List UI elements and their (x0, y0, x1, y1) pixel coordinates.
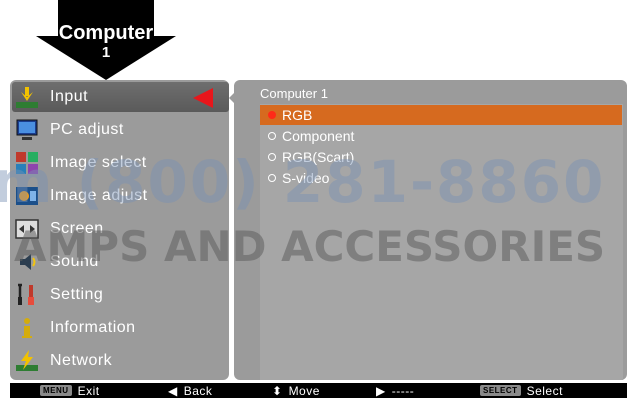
main-menu: Input PC adjust Image select Image adjus… (10, 80, 229, 380)
information-icon (14, 315, 40, 341)
radio-empty-icon (268, 132, 276, 140)
menu-item-label: Image select (50, 154, 147, 171)
help-move: ⬍ Move (272, 383, 320, 398)
help-select-label: Select (526, 383, 563, 398)
menu-item-pc-adjust[interactable]: PC adjust (12, 115, 229, 145)
up-down-arrow-icon: ⬍ (272, 383, 283, 398)
help-exit-label: Exit (77, 383, 100, 398)
radio-empty-icon (268, 174, 276, 182)
menu-item-sound[interactable]: Sound (12, 247, 229, 277)
help-select: SELECT Select (480, 383, 563, 398)
left-arrow-icon: ◀ (168, 383, 178, 398)
screen-icon (14, 216, 40, 242)
menu-item-network[interactable]: Network (12, 346, 229, 376)
submenu-panel: Computer 1 RGB Component RGB(Scart) S-vi… (234, 80, 627, 380)
help-move-label: Move (288, 383, 320, 398)
select-key-icon: SELECT (480, 385, 521, 396)
help-back-label: Back (183, 383, 213, 398)
option-rgb-scart[interactable]: RGB(Scart) (260, 147, 622, 167)
menu-item-label: Sound (50, 253, 99, 270)
menu-item-input[interactable]: Input (12, 82, 229, 112)
menu-item-label: Image adjust (50, 187, 148, 204)
menu-item-image-adjust[interactable]: Image adjust (12, 181, 229, 211)
source-name: Computer (58, 22, 154, 44)
help-next-label: ----- (391, 383, 415, 398)
help-exit: MENU Exit (40, 383, 100, 398)
menu-item-label: Network (50, 352, 113, 369)
menu-item-label: Screen (50, 220, 104, 237)
radio-empty-icon (268, 153, 276, 161)
network-icon (14, 348, 40, 374)
menu-item-label: PC adjust (50, 121, 124, 138)
selection-pointer-icon (193, 88, 213, 108)
menu-item-screen[interactable]: Screen (12, 214, 229, 244)
image-select-icon (14, 150, 40, 176)
option-s-video[interactable]: S-video (260, 168, 622, 188)
option-component[interactable]: Component (260, 126, 622, 146)
menu-item-label: Information (50, 319, 136, 336)
source-indicator: Computer 1 (0, 0, 636, 80)
help-back: ◀ Back (168, 383, 212, 398)
option-list: RGB Component RGB(Scart) S-video (260, 104, 623, 380)
source-number: 1 (101, 44, 111, 61)
menu-item-image-select[interactable]: Image select (12, 148, 229, 178)
panel-title: Computer 1 (260, 86, 328, 101)
help-bar: MENU Exit ◀ Back ⬍ Move ▶ ----- SELECT S… (10, 383, 627, 398)
menu-key-icon: MENU (40, 385, 72, 396)
menu-item-label: Input (50, 88, 89, 105)
sound-icon (14, 249, 40, 275)
right-arrow-icon: ▶ (376, 383, 386, 398)
option-label: RGB (282, 107, 313, 123)
input-icon (14, 84, 40, 110)
option-label: RGB(Scart) (282, 149, 355, 165)
pc-adjust-icon (14, 117, 40, 143)
menu-item-label: Setting (50, 286, 104, 303)
help-next: ▶ ----- (376, 383, 414, 398)
option-label: S-video (282, 170, 330, 186)
option-label: Component (282, 128, 355, 144)
menu-item-setting[interactable]: Setting (12, 280, 229, 310)
radio-selected-icon (268, 111, 276, 119)
menu-item-information[interactable]: Information (12, 313, 229, 343)
setting-icon (14, 282, 40, 308)
image-adjust-icon (14, 183, 40, 209)
option-rgb[interactable]: RGB (260, 105, 622, 125)
